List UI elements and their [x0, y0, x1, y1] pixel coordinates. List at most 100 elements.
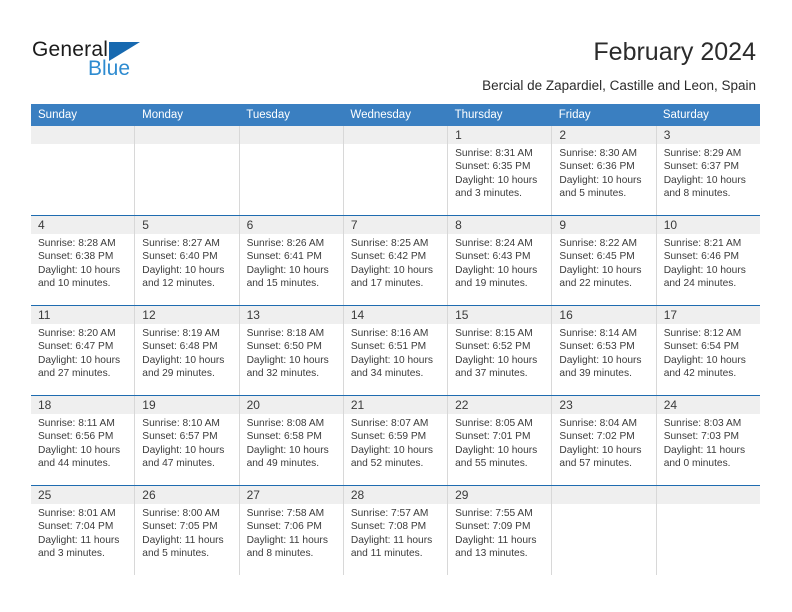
calendar-day-cell[interactable]: 1 Sunrise: 8:31 AM Sunset: 6:35 PM Daylight…	[448, 126, 553, 215]
calendar-day-cell[interactable]: 23 Sunrise: 8:04 AM Sunset: 7:02 PM Dayligh…	[552, 396, 657, 485]
day-sun-info: Sunrise: 8:04 AM Sunset: 7:02 PM Daylight:…	[552, 414, 655, 470]
calendar-day-cell[interactable]: 4 Sunrise: 8:28 AM Sunset: 6:38 PM Daylight…	[31, 216, 136, 305]
calendar-day-cell[interactable]: 12 Sunrise: 8:19 AM Sunset: 6:48 PM Dayligh…	[135, 306, 240, 395]
daylight-text: Daylight: 10 hours and 24 minutes.	[663, 264, 746, 289]
general-blue-logo: General Blue	[32, 38, 252, 90]
calendar-day-cell[interactable]: 13 Sunrise: 8:18 AM Sunset: 6:50 PM Dayligh…	[239, 306, 344, 395]
calendar-day-cell[interactable]: 11 Sunrise: 8:20 AM Sunset: 6:47 PM Dayligh…	[31, 306, 136, 395]
calendar-day-cell[interactable]: 5 Sunrise: 8:27 AM Sunset: 6:40 PM Daylight…	[135, 216, 240, 305]
weekday-header-monday: Monday	[142, 109, 184, 121]
day-sun-info: Sunrise: 8:28 AM Sunset: 6:38 PM Daylight:…	[31, 234, 134, 290]
day-number: 22	[448, 396, 552, 414]
calendar-week-row: 18 Sunrise: 8:11 AM Sunset: 6:56 PM Dayligh…	[31, 395, 760, 485]
sunset-text: Sunset: 7:09 PM	[455, 521, 531, 533]
calendar-day-cell-empty	[552, 486, 657, 575]
calendar-day-cell[interactable]: 25 Sunrise: 8:01 AM Sunset: 7:04 PM Dayligh…	[31, 486, 136, 575]
sunrise-text: Sunrise: 7:58 AM	[246, 508, 325, 519]
calendar-day-cell[interactable]: 22 Sunrise: 8:05 AM Sunset: 7:01 PM Dayligh…	[448, 396, 553, 485]
calendar-week-row: 11 Sunrise: 8:20 AM Sunset: 6:47 PM Dayligh…	[31, 305, 760, 395]
sunrise-text: Sunrise: 8:16 AM	[350, 328, 429, 339]
daylight-text: Daylight: 10 hours and 17 minutes.	[350, 264, 433, 289]
calendar-day-cell[interactable]: 16 Sunrise: 8:14 AM Sunset: 6:53 PM Dayligh…	[552, 306, 657, 395]
calendar-day-cell[interactable]: 15 Sunrise: 8:15 AM Sunset: 6:52 PM Dayligh…	[448, 306, 553, 395]
sunrise-text: Sunrise: 8:29 AM	[663, 148, 742, 159]
sunrise-text: Sunrise: 8:03 AM	[663, 418, 742, 429]
calendar-day-cell[interactable]: 26 Sunrise: 8:00 AM Sunset: 7:05 PM Dayligh…	[135, 486, 240, 575]
day-sun-info: Sunrise: 8:18 AM Sunset: 6:50 PM Daylight:…	[240, 324, 343, 380]
calendar-day-cell[interactable]: 2 Sunrise: 8:30 AM Sunset: 6:36 PM Daylight…	[552, 126, 657, 215]
calendar-day-cell[interactable]: 28 Sunrise: 7:57 AM Sunset: 7:08 PM Dayligh…	[343, 486, 449, 575]
calendar-day-cell[interactable]: 7 Sunrise: 8:25 AM Sunset: 6:42 PM Daylight…	[343, 216, 449, 305]
calendar-day-cell[interactable]: 10 Sunrise: 8:21 AM Sunset: 6:46 PM Dayligh…	[656, 216, 760, 305]
day-sun-info: Sunrise: 7:55 AM Sunset: 7:09 PM Daylight:…	[448, 504, 551, 560]
sunset-text: Sunset: 7:03 PM	[663, 431, 740, 443]
weekday-header-friday: Friday	[558, 109, 591, 121]
daylight-text: Daylight: 10 hours and 57 minutes.	[559, 444, 642, 469]
calendar-day-cell[interactable]: 6 Sunrise: 8:26 AM Sunset: 6:41 PM Daylight…	[239, 216, 344, 305]
sunrise-text: Sunrise: 8:30 AM	[559, 148, 637, 159]
day-number: 18	[31, 396, 135, 414]
day-sun-info: Sunrise: 7:58 AM Sunset: 7:06 PM Daylight:…	[240, 504, 343, 560]
day-sun-info: Sunrise: 8:12 AM Sunset: 6:54 PM Daylight:…	[657, 324, 760, 380]
day-number	[239, 126, 343, 144]
sunset-text: Sunset: 6:38 PM	[38, 251, 114, 263]
calendar-day-cell[interactable]: 19 Sunrise: 8:10 AM Sunset: 6:57 PM Dayligh…	[135, 396, 240, 485]
day-sun-info: Sunrise: 7:57 AM Sunset: 7:08 PM Daylight:…	[344, 504, 447, 560]
sunrise-text: Sunrise: 8:25 AM	[350, 238, 429, 249]
day-sun-info: Sunrise: 8:30 AM Sunset: 6:36 PM Daylight:…	[552, 144, 655, 200]
sunset-text: Sunset: 6:50 PM	[246, 341, 322, 353]
day-number: 13	[239, 306, 343, 324]
sunset-text: Sunset: 6:51 PM	[350, 341, 427, 353]
daylight-text: Daylight: 10 hours and 27 minutes.	[38, 354, 121, 379]
daylight-text: Daylight: 10 hours and 19 minutes.	[455, 264, 538, 289]
sunrise-text: Sunrise: 8:20 AM	[38, 328, 116, 339]
daylight-text: Daylight: 10 hours and 52 minutes.	[350, 444, 433, 469]
calendar-week-row: 25 Sunrise: 8:01 AM Sunset: 7:04 PM Dayligh…	[31, 485, 760, 575]
calendar-day-cell[interactable]: 24 Sunrise: 8:03 AM Sunset: 7:03 PM Dayligh…	[656, 396, 760, 485]
daylight-text: Daylight: 10 hours and 8 minutes.	[663, 174, 746, 199]
day-number	[31, 126, 135, 144]
sunset-text: Sunset: 7:02 PM	[559, 431, 635, 443]
sunset-text: Sunset: 7:06 PM	[246, 521, 322, 533]
calendar-week-row: 1 Sunrise: 8:31 AM Sunset: 6:35 PM Daylight…	[31, 126, 760, 215]
daylight-text: Daylight: 10 hours and 37 minutes.	[455, 354, 538, 379]
sunrise-text: Sunrise: 8:18 AM	[246, 328, 325, 339]
day-number: 11	[31, 306, 135, 324]
day-sun-info: Sunrise: 8:03 AM Sunset: 7:03 PM Daylight:…	[657, 414, 760, 470]
calendar-day-cell[interactable]: 18 Sunrise: 8:11 AM Sunset: 6:56 PM Dayligh…	[31, 396, 136, 485]
calendar-day-cell[interactable]: 14 Sunrise: 8:16 AM Sunset: 6:51 PM Dayligh…	[343, 306, 449, 395]
daylight-text: Daylight: 10 hours and 44 minutes.	[38, 444, 121, 469]
sunset-text: Sunset: 7:05 PM	[142, 521, 218, 533]
day-sun-info: Sunrise: 8:21 AM Sunset: 6:46 PM Daylight:…	[657, 234, 760, 290]
daylight-text: Daylight: 10 hours and 10 minutes.	[38, 264, 121, 289]
calendar-day-cell[interactable]: 17 Sunrise: 8:12 AM Sunset: 6:54 PM Dayligh…	[656, 306, 760, 395]
day-sun-info: Sunrise: 8:22 AM Sunset: 6:45 PM Daylight:…	[552, 234, 655, 290]
sunrise-text: Sunrise: 8:21 AM	[663, 238, 742, 249]
day-sun-info: Sunrise: 8:19 AM Sunset: 6:48 PM Daylight:…	[135, 324, 238, 380]
sunrise-text: Sunrise: 8:00 AM	[142, 508, 220, 519]
calendar-day-cell[interactable]: 9 Sunrise: 8:22 AM Sunset: 6:45 PM Daylight…	[552, 216, 657, 305]
day-number: 26	[135, 486, 239, 504]
sunrise-text: Sunrise: 8:26 AM	[246, 238, 325, 249]
sunset-text: Sunset: 6:45 PM	[559, 251, 635, 263]
calendar-day-cell[interactable]: 27 Sunrise: 7:58 AM Sunset: 7:06 PM Dayligh…	[239, 486, 344, 575]
sunrise-text: Sunrise: 8:05 AM	[455, 418, 533, 429]
daylight-text: Daylight: 11 hours and 8 minutes.	[246, 534, 328, 559]
day-number: 7	[343, 216, 448, 234]
calendar-day-cell[interactable]: 8 Sunrise: 8:24 AM Sunset: 6:43 PM Daylight…	[448, 216, 553, 305]
sunrise-text: Sunrise: 8:07 AM	[350, 418, 429, 429]
day-number: 28	[343, 486, 448, 504]
day-number: 14	[343, 306, 448, 324]
day-number: 9	[552, 216, 656, 234]
calendar-day-cell[interactable]: 21 Sunrise: 8:07 AM Sunset: 6:59 PM Dayligh…	[343, 396, 449, 485]
calendar-day-cell[interactable]: 20 Sunrise: 8:08 AM Sunset: 6:58 PM Dayligh…	[239, 396, 344, 485]
sunset-text: Sunset: 6:56 PM	[38, 431, 114, 443]
daylight-text: Daylight: 10 hours and 32 minutes.	[246, 354, 329, 379]
daylight-text: Daylight: 10 hours and 12 minutes.	[142, 264, 225, 289]
calendar-day-cell-empty	[135, 126, 240, 215]
weekday-header-tuesday: Tuesday	[246, 109, 290, 121]
daylight-text: Daylight: 10 hours and 42 minutes.	[663, 354, 746, 379]
calendar-day-cell[interactable]: 29 Sunrise: 7:55 AM Sunset: 7:09 PM Dayligh…	[448, 486, 553, 575]
calendar-day-cell[interactable]: 3 Sunrise: 8:29 AM Sunset: 6:37 PM Daylight…	[656, 126, 760, 215]
daylight-text: Daylight: 11 hours and 3 minutes.	[38, 534, 120, 559]
